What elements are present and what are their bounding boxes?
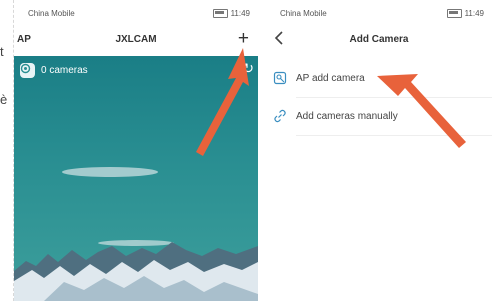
carrier-label: China Mobile (280, 9, 327, 18)
app-bar: AP JXLCAM + (14, 28, 258, 54)
clock: 11:49 (230, 9, 250, 18)
menu-item-ap-add-camera[interactable]: AP add camera (266, 60, 492, 98)
page-title: Add Camera (349, 34, 409, 45)
link-icon (273, 109, 287, 128)
carrier-label: China Mobile (28, 9, 75, 18)
home-screen: China Mobile 11:49 AP JXLCAM + 0 cameras (14, 0, 258, 301)
clipped-char: è (0, 92, 8, 107)
menu-item-add-manually[interactable]: Add cameras manually (266, 98, 492, 136)
divider (296, 135, 492, 136)
camera-count-row: 0 cameras (20, 63, 88, 78)
app-title: JXLCAM (115, 34, 157, 45)
battery-icon (446, 9, 462, 18)
clock: 11:49 (464, 9, 484, 18)
menu-item-label: AP add camera (296, 73, 365, 84)
camera-count: 0 cameras (41, 65, 88, 76)
battery-icon (212, 9, 228, 18)
add-camera-menu: AP add camera Add cameras manually (266, 60, 492, 136)
status-bar: China Mobile 11:49 (14, 5, 258, 23)
clipped-char: t (0, 44, 4, 59)
plus-icon[interactable]: + (238, 29, 249, 48)
status-bar: China Mobile 11:49 (266, 5, 492, 23)
camera-icon (20, 63, 35, 78)
ap-camera-icon (273, 71, 287, 90)
app-bar: Add Camera (266, 28, 492, 54)
left-clipped-panel: t è (0, 0, 14, 301)
menu-item-label: Add cameras manually (296, 111, 398, 122)
add-camera-screen: China Mobile 11:49 Add Camera AP add cam… (266, 0, 492, 301)
refresh-icon[interactable]: ↻ (242, 60, 254, 77)
camera-list-background: 0 cameras ↻ (14, 56, 258, 301)
mountain-landscape (14, 167, 258, 301)
